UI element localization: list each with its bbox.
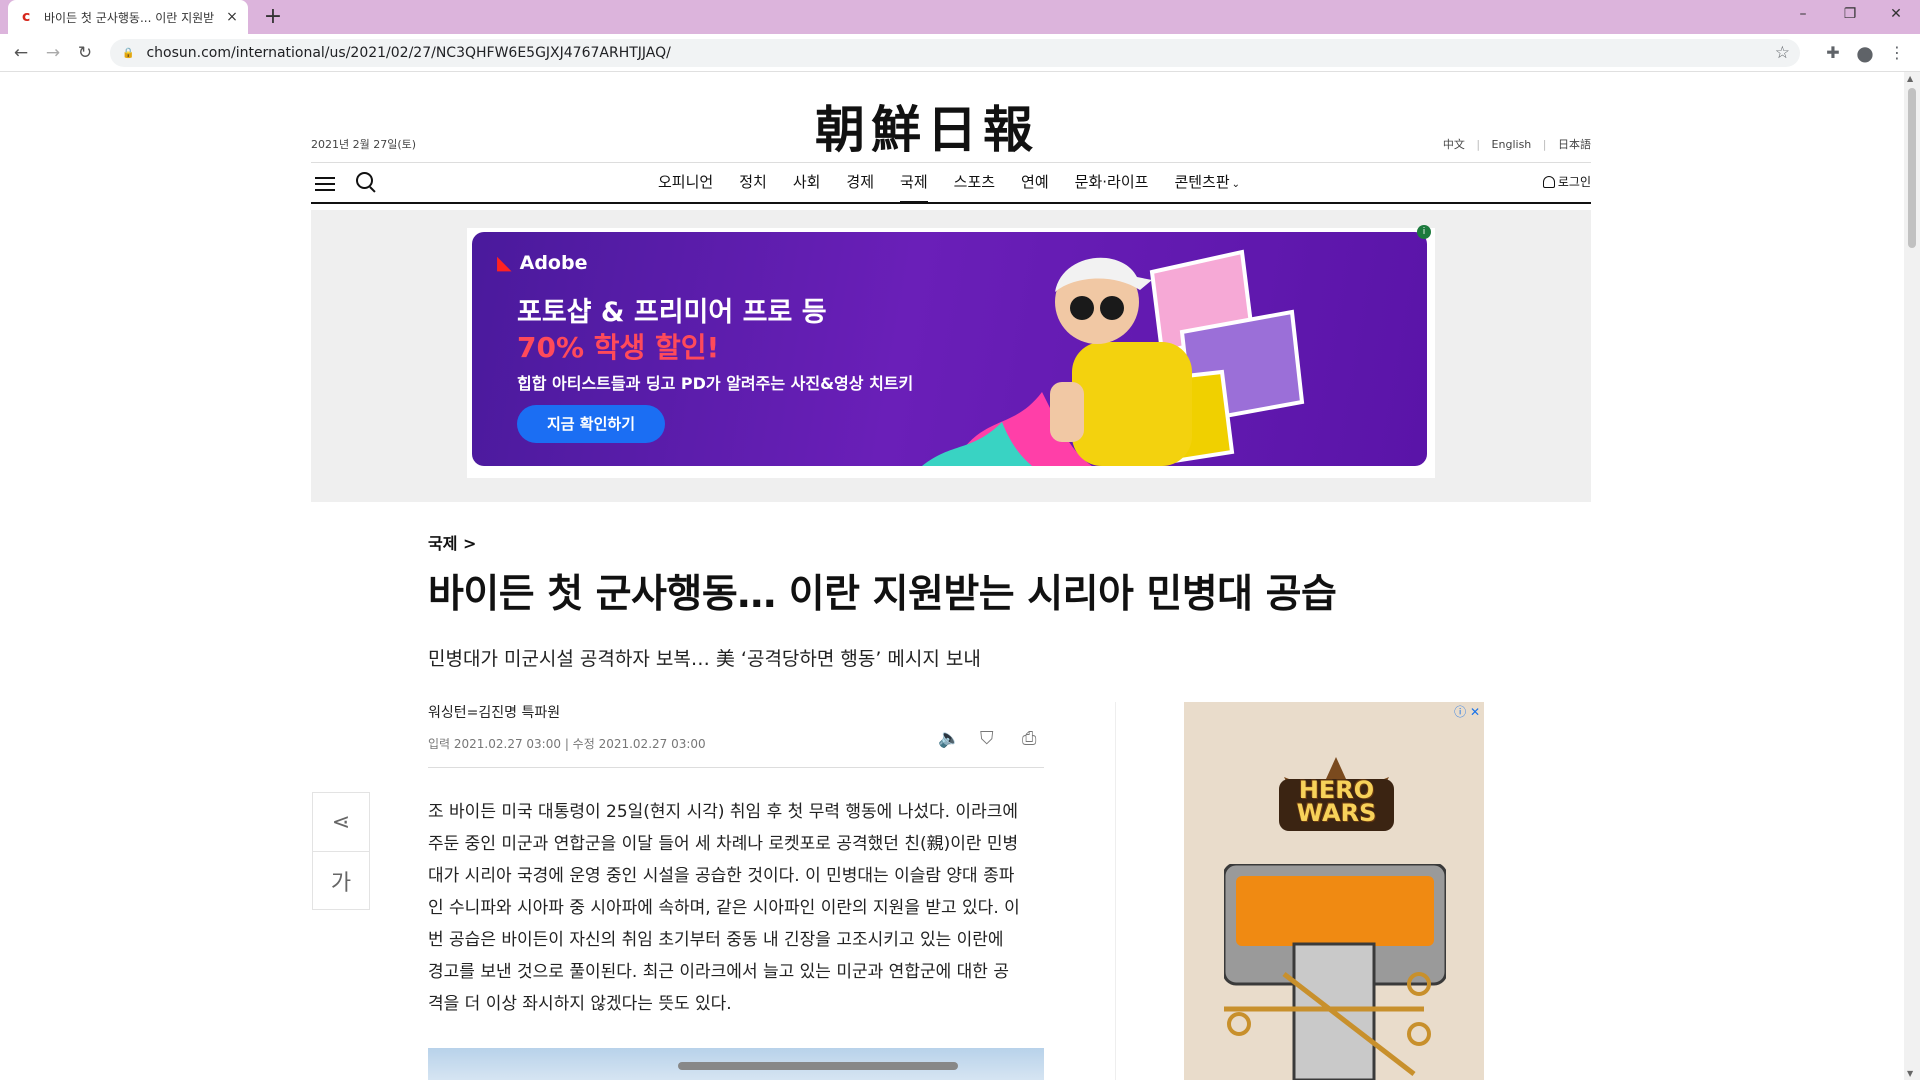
article-byline[interactable]: 워싱턴=김진명 특파원	[428, 702, 560, 722]
article-headline: 바이든 첫 군사행동… 이란 지원받는 시리아 민병대 공습	[428, 572, 1337, 617]
login-label: 로그인	[1557, 175, 1591, 189]
close-window-button[interactable]: ✕	[1873, 0, 1919, 28]
tab-bar: c 바이든 첫 군사행동... 이란 지원받 × + – ❐ ✕	[0, 0, 1920, 34]
font-size-button[interactable]: 가	[313, 851, 369, 909]
scroll-down-icon[interactable]: ▼	[1907, 1069, 1913, 1078]
lock-icon[interactable]: 🔒	[122, 48, 134, 59]
scroll-up-icon[interactable]: ▲	[1907, 74, 1913, 83]
menu-kebab-icon[interactable]: ⋮	[1887, 43, 1907, 63]
forward-arrow-icon[interactable]: →	[42, 42, 64, 64]
ad-subtext: 힙합 아티스트들과 딩고 PD가 알려주는 사진&영상 치트키	[517, 374, 914, 393]
hamburger-menu-icon[interactable]	[315, 173, 335, 193]
toolbar: ← → ↻ 🔒 chosun.com/international/us/2021…	[0, 34, 1920, 72]
ad-illustration	[922, 249, 1305, 466]
adchoices-close-icon[interactable]: ⓘ ✕	[1454, 703, 1480, 720]
column-divider	[1115, 702, 1116, 1080]
ad-brand: ◣ Adobe	[497, 252, 587, 274]
browser-tab[interactable]: c 바이든 첫 군사행동... 이란 지원받 ×	[8, 0, 248, 34]
language-links: 中文 | English | 日本語	[1435, 136, 1591, 152]
banner-ad-area: ◣ Adobe 포토샵 & 프리미어 프로 등 70% 학생 할인! 힙합 아티스…	[311, 210, 1591, 502]
profile-avatar-icon[interactable]: ●	[1855, 43, 1875, 63]
article-tools: 🔈 ⛉ ⎙	[938, 728, 1048, 752]
nav-item-entertainment[interactable]: 연예	[1008, 163, 1062, 203]
article-category-link[interactable]: 국제 >	[428, 530, 476, 554]
reload-icon[interactable]: ↻	[74, 42, 96, 64]
login-button[interactable]: 로그인	[1542, 173, 1591, 190]
ad-cta-button[interactable]: 지금 확인하기	[517, 405, 665, 443]
body-line: 대가 시리아 국경에 운영 중인 시설을 공습한 것이다. 이 민병대는 이슬람…	[428, 866, 1015, 886]
close-tab-icon[interactable]: ×	[224, 9, 240, 25]
body-line: 주둔 중인 미군과 연합군을 이달 들어 세 차례나 로켓포로 공격했던 친(親…	[428, 834, 1019, 854]
nav-item-international[interactable]: 국제	[887, 163, 941, 204]
side-game-ad[interactable]: ⓘ ✕ HERO WARS	[1184, 702, 1484, 1080]
lang-english-link[interactable]: English	[1492, 138, 1532, 151]
body-line: 조 바이든 미국 대통령이 25일(현지 시각) 취임 후 첫 무력 행동에 나…	[428, 802, 1018, 822]
address-bar[interactable]: 🔒 chosun.com/international/us/2021/02/27…	[110, 39, 1800, 67]
user-icon	[1542, 176, 1555, 188]
search-icon[interactable]	[355, 171, 377, 193]
lang-separator: |	[1542, 138, 1547, 151]
scrollbar-thumb[interactable]	[1908, 88, 1916, 248]
banner-ad-frame: ◣ Adobe 포토샵 & 프리미어 프로 등 70% 학생 할인! 힙합 아티스…	[467, 225, 1435, 478]
ad-info-icon[interactable]: i	[1417, 225, 1431, 239]
adobe-banner-ad[interactable]: ◣ Adobe 포토샵 & 프리미어 프로 등 70% 학생 할인! 힙합 아티스…	[472, 232, 1427, 466]
page-viewport: 朝鮮日報 2021년 2월 27일(토) 中文 | English | 日本語 …	[0, 72, 1904, 1080]
nav-item-contents-label: 콘텐츠판	[1174, 173, 1230, 191]
share-icon[interactable]: ⋖	[313, 793, 369, 851]
game-pipe-illustration	[1224, 864, 1446, 1080]
extensions-puzzle-icon[interactable]: ✚	[1823, 43, 1843, 63]
nav-item-sports[interactable]: 스포츠	[941, 163, 1008, 203]
nav-item-politics[interactable]: 정치	[726, 163, 780, 203]
body-line: 격을 더 이상 좌시하지 않겠다는 뜻도 있다.	[428, 994, 732, 1014]
print-icon[interactable]: ⎙	[1022, 728, 1036, 749]
tab-title: 바이든 첫 군사행동... 이란 지원받	[44, 10, 215, 25]
page-scrollbar[interactable]: ▲ ▼	[1904, 72, 1920, 1080]
nav-item-culture-life[interactable]: 문화·라이프	[1062, 163, 1162, 203]
ad-headline: 포토샵 & 프리미어 프로 등	[517, 297, 827, 328]
lang-japanese-link[interactable]: 日本語	[1558, 138, 1591, 151]
new-tab-button[interactable]: +	[260, 4, 286, 30]
body-line: 경고를 보낸 것으로 풀이된다. 최근 이라크에서 늘고 있는 미군과 연합군에…	[428, 962, 1009, 982]
nav-item-opinion[interactable]: 오피니언	[645, 163, 726, 203]
chevron-down-icon: ⌄	[1231, 179, 1241, 190]
floating-tools: ⋖ 가	[312, 792, 370, 910]
main-nav: 오피니언 정치 사회 경제 국제 스포츠 연예 문화·라이프 콘텐츠판 ⌄ 로그인	[311, 162, 1591, 204]
restore-button[interactable]: ❐	[1827, 0, 1873, 28]
nav-item-economy[interactable]: 경제	[833, 163, 887, 203]
article-body: 조 바이든 미국 대통령이 25일(현지 시각) 취임 후 첫 무력 행동에 나…	[428, 796, 1048, 1020]
article-photo[interactable]	[428, 1048, 1044, 1080]
aircraft-image	[678, 1062, 958, 1070]
bookmark-icon[interactable]: ⛉	[980, 728, 994, 749]
back-arrow-icon[interactable]: ←	[10, 42, 32, 64]
body-line: 인 수니파와 시아파 중 시아파에 속하며, 같은 시아파인 이란의 지원을 받…	[428, 898, 1020, 918]
header-divider	[428, 767, 1044, 768]
article-dates: 입력 2021.02.27 03:00 | 수정 2021.02.27 03:0…	[428, 737, 706, 751]
bookmark-star-icon[interactable]: ☆	[1775, 43, 1790, 63]
ad-discount: 70% 학생 할인!	[517, 331, 720, 364]
lang-chinese-link[interactable]: 中文	[1443, 138, 1465, 151]
url-text[interactable]: chosun.com/international/us/2021/02/27/N…	[146, 45, 670, 61]
ad-brand-label: Adobe	[519, 252, 588, 274]
nav-item-contents[interactable]: 콘텐츠판 ⌄	[1161, 163, 1253, 203]
today-date: 2021년 2월 27일(토)	[311, 138, 417, 151]
hero-wars-title: HERO WARS	[1296, 776, 1377, 827]
body-line: 번 공습은 바이든이 자신의 취임 초기부터 중동 내 긴장을 고조시키고 있는…	[428, 930, 1004, 950]
nav-item-society[interactable]: 사회	[780, 163, 834, 203]
adobe-logo-icon: ◣	[497, 252, 512, 274]
lang-separator: |	[1476, 138, 1481, 151]
minimize-button[interactable]: –	[1780, 0, 1826, 28]
site-logo[interactable]: 朝鮮日報	[815, 90, 1085, 162]
hero-wars-logo: HERO WARS	[1264, 757, 1409, 847]
article-subhead: 민병대가 미군시설 공격하자 보복… 美 ‘공격당하면 행동’ 메시지 보내	[428, 648, 981, 670]
speaker-icon[interactable]: 🔈	[938, 728, 960, 749]
nav-menu: 오피니언 정치 사회 경제 국제 스포츠 연예 문화·라이프 콘텐츠판 ⌄	[645, 163, 1253, 204]
chosun-favicon-icon: c	[22, 9, 31, 25]
